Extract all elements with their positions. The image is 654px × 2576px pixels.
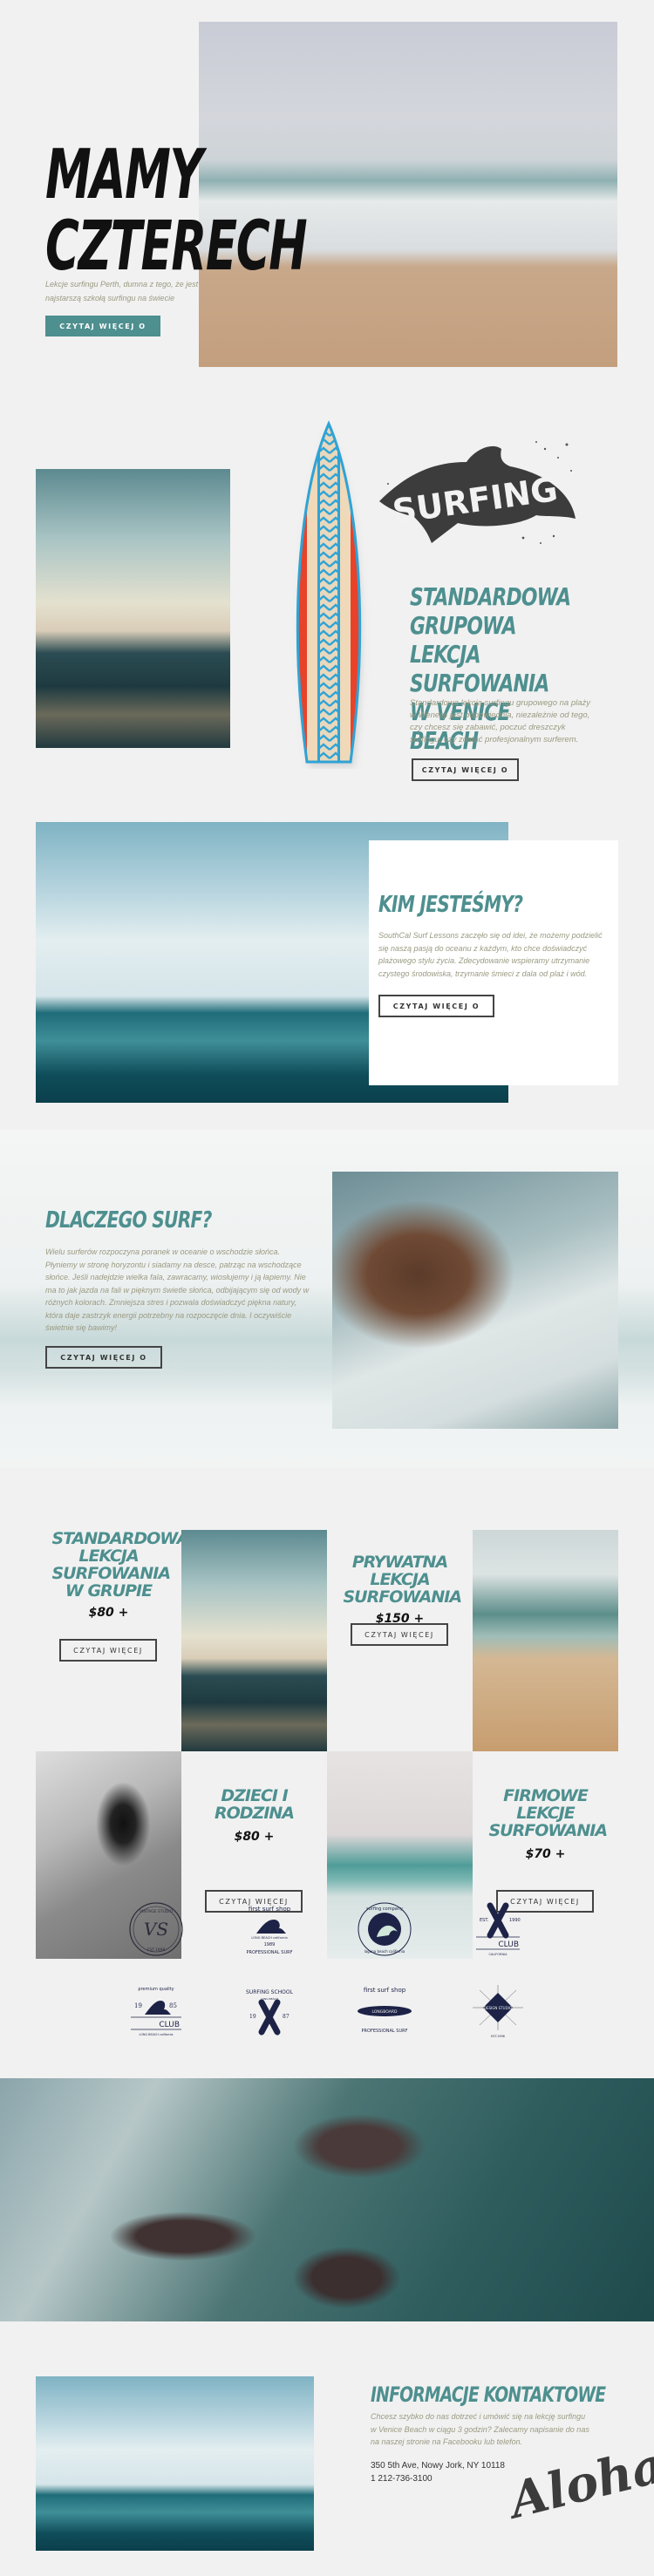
surfing-school-logo: SURFING SCHOOL LONG BEACH 19 87 [246,1989,294,2036]
pricing-card: DZIECI I RODZINA $80 + [181,1787,327,1844]
pricing-title: FIRMOWE LEKCJE SURFOWANIA [488,1786,609,1840]
svg-text:VINTAGE STUDIO: VINTAGE STUDIO [140,1909,174,1914]
pricing-title: STANDARDOWA LEKCJA SURFOWANIA W GRUPIE [51,1529,190,1601]
premium-quality-club-logo: premium quality 19 85 CLUB LONG BEACH ca… [131,1987,181,2036]
dolphin-surfing-logo: SURFING [379,441,576,544]
group-lesson-image [36,469,230,748]
svg-text:1989: 1989 [264,1942,276,1947]
pricing-price: $70 + [525,1847,566,1861]
why-read-more-button[interactable]: CZYTAJ WIĘCEJ O [45,1346,162,1369]
hero-title: MAMY CZTERECH [45,136,308,286]
svg-text:first surf shop: first surf shop [249,1906,291,1913]
svg-text:SURFING SCHOOL: SURFING SCHOOL [246,1989,294,1995]
contact-phone[interactable]: 1 212-736-3100 [371,2474,433,2484]
banner-image [0,2078,654,2321]
pricing-price: $80 + [234,1830,275,1844]
why-title: DLACZEGO SURF? [45,1207,212,1234]
design-studio-logo: DESIGN STUDIO EST.1998 [473,1985,523,2038]
contact-title: INFORMACJE KONTAKTOWE [371,2382,606,2407]
pricing-image [473,1530,618,1751]
pricing-price: $80 + [88,1606,129,1620]
svg-text:EST.: EST. [480,1918,489,1923]
svg-text:laguna beach california: laguna beach california [364,1949,405,1954]
pricing-read-more-button[interactable]: CZYTAJ WIĘCEJ [351,1623,448,1646]
svg-text:85: 85 [169,2002,177,2009]
svg-text:87: 87 [283,2014,290,2020]
pricing-card: STANDARDOWA LEKCJA SURFOWANIA W GRUPIE $… [36,1529,190,1620]
vintage-studio-logo: VS VINTAGE STUDIO EST.1998 [129,1902,183,1956]
svg-text:EST.1998: EST.1998 [491,2035,505,2038]
svg-text:DESIGN STUDIO: DESIGN STUDIO [484,2006,512,2010]
pricing-card: FIRMOWE LEKCJE SURFOWANIA $70 + [473,1787,618,1861]
svg-text:19: 19 [134,2002,142,2009]
svg-text:PROFESSIONAL SURF: PROFESSIONAL SURF [247,1950,293,1955]
hero-title-line1: MAMY [45,136,203,214]
club-california-logo: EST. 1990 CLUB CALIFORNIA [476,1902,521,1956]
aloha-signature: Aloha [504,2436,654,2531]
group-lesson-description: Standardowa lekcja surfingu grupowego na… [410,698,591,744]
pricing-title: PRYWATNA LEKCJA SURFOWANIA [343,1553,463,1607]
first-surf-shop-logo: first surf shop LONG BEACH california 19… [247,1906,293,1955]
surfboard-illustration [296,420,363,767]
pricing-title: DZIECI I RODZINA [214,1786,295,1823]
svg-text:CLUB: CLUB [498,1940,519,1949]
longboard-surf-shop-logo: first surf shop LONGBOARD PROFESSIONAL S… [358,1987,412,2034]
why-image [332,1172,618,1429]
hero-description: Lekcje surfingu Perth, dumna z tego, że … [45,280,199,302]
contact-address: 350 5th Ave, Nowy Jork, NY 10118 [371,2461,505,2471]
group-lesson-read-more-button[interactable]: CZYTAJ WIĘCEJ O [412,758,519,781]
svg-text:EST.1998: EST.1998 [147,1947,166,1953]
surfing-company-logo: surfing company laguna beach california [358,1902,412,1956]
hero-read-more-button[interactable]: CZYTAJ WIĘCEJ O [45,316,160,336]
svg-text:LONGBOARD: LONGBOARD [372,2009,398,2015]
about-description: SouthCal Surf Lessons zaczęło się od ide… [378,931,603,978]
pricing-read-more-button[interactable]: CZYTAJ WIĘCEJ [59,1639,157,1662]
why-description: Wielu surferów rozpoczyna poranek w ocea… [45,1247,310,1332]
svg-text:premium quality: premium quality [138,1987,174,1992]
pricing-image [181,1530,327,1751]
svg-text:CLUB: CLUB [159,2021,180,2029]
hero-title-line2: CZTERECH [45,207,308,286]
contact-image [36,2376,314,2551]
svg-text:PROFESSIONAL SURF: PROFESSIONAL SURF [362,2029,408,2034]
svg-text:CALIFORNIA: CALIFORNIA [488,1953,508,1956]
svg-text:first surf shop: first surf shop [364,1987,406,1994]
about-title: KIM JESTEŚMY? [378,892,523,918]
svg-text:LONG BEACH california: LONG BEACH california [251,1936,287,1940]
svg-text:19: 19 [249,2014,256,2020]
svg-text:1990: 1990 [509,1918,521,1923]
svg-text:LONG BEACH california: LONG BEACH california [140,2033,174,2036]
pricing-card: PRYWATNA LEKCJA SURFOWANIA $150 + [327,1553,473,1626]
contact-description: Chcesz szybko do nas dotrzeć i umówić si… [371,2412,589,2446]
svg-text:VS: VS [144,1919,168,1940]
about-read-more-button[interactable]: CZYTAJ WIĘCEJ O [378,995,494,1017]
svg-text:surfing company: surfing company [366,1907,403,1912]
